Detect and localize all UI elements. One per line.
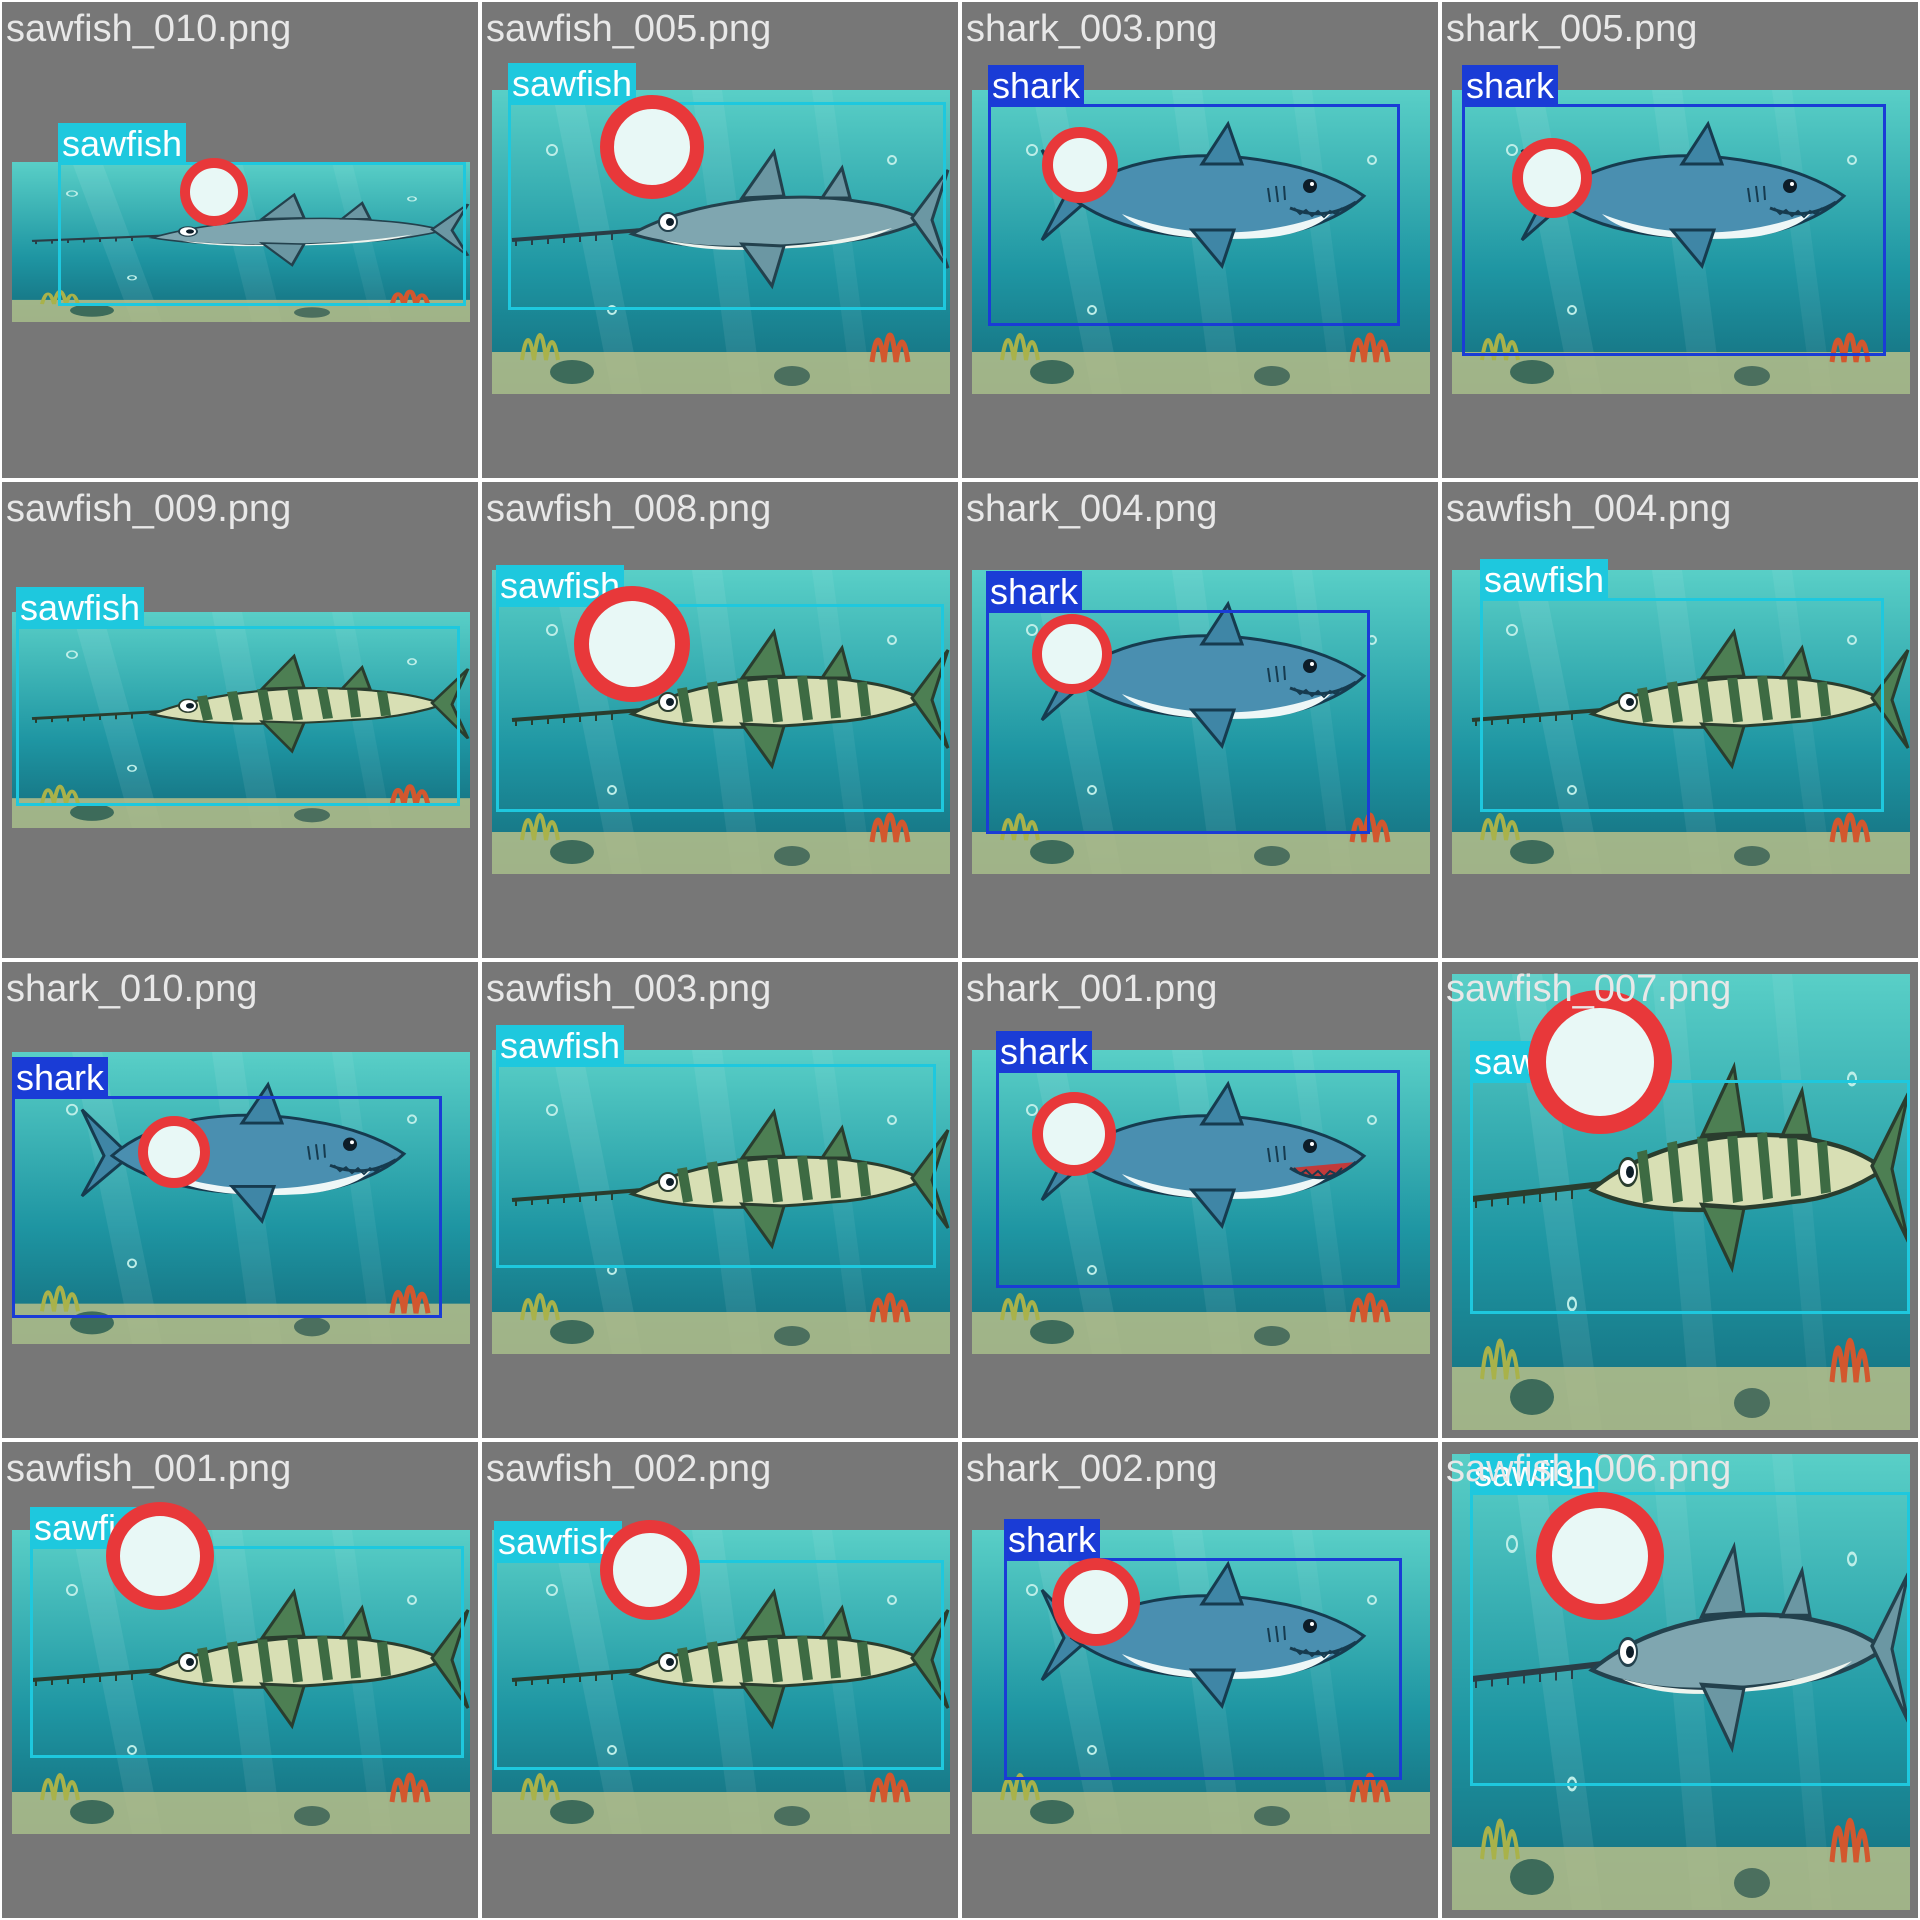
red-ring-marker-icon (574, 586, 690, 702)
result-tile: sawfish_002.pngsawfish (482, 1442, 958, 1918)
detection-class-label: sawfish (16, 587, 145, 629)
detection-results-grid: sawfish_010.png sawfish sawfish_005.png … (0, 0, 1920, 1920)
result-tile: shark_001.pngshark (962, 962, 1438, 1438)
result-tile: sawfish_007.pngsawfish (1442, 962, 1918, 1438)
red-ring-marker-icon (1528, 990, 1672, 1134)
result-tile: shark_005.pngshark (1442, 2, 1918, 478)
detection-class-label: shark (12, 1057, 109, 1099)
result-tile: sawfish_008.pngsawfish (482, 482, 958, 958)
detection-bounding-box: sawfish (1470, 1453, 1910, 1786)
tile-filename: shark_003.png (966, 8, 1218, 50)
result-tile: shark_002.pngshark (962, 1442, 1438, 1918)
detection-bounding-box: sawfish (58, 123, 466, 306)
detection-bounding-box: sawfish (1470, 1041, 1910, 1314)
result-tile: sawfish_004.pngsawfish (1442, 482, 1918, 958)
detection-bounding-box: sawfish (494, 1521, 944, 1770)
tile-filename: sawfish_004.png (1446, 488, 1732, 530)
detection-class-label: shark (1004, 1519, 1101, 1561)
detection-bounding-box: sawfish (496, 565, 944, 812)
detection-class-label: sawfish (496, 1025, 625, 1067)
red-ring-marker-icon (1042, 127, 1118, 203)
red-ring-marker-icon (138, 1116, 210, 1188)
red-ring-marker-icon (1512, 138, 1592, 218)
red-ring-marker-icon (600, 95, 704, 199)
tile-filename: sawfish_006.png (1446, 1448, 1732, 1490)
result-tile: sawfish_010.pngsawfish (2, 2, 478, 478)
detection-class-label: shark (996, 1031, 1093, 1073)
red-ring-marker-icon (180, 158, 248, 226)
tile-filename: sawfish_009.png (6, 488, 292, 530)
tile-filename: shark_005.png (1446, 8, 1698, 50)
red-ring-marker-icon (1032, 614, 1112, 694)
detection-bounding-box: shark (12, 1057, 442, 1318)
tile-filename: sawfish_010.png (6, 8, 292, 50)
detection-bounding-box: shark (988, 65, 1400, 326)
result-tile: shark_010.pngshark (2, 962, 478, 1438)
tile-filename: shark_001.png (966, 968, 1218, 1010)
detection-class-label: sawfish (508, 63, 637, 105)
detection-bounding-box: sawfish (508, 63, 946, 310)
red-ring-marker-icon (1536, 1492, 1664, 1620)
detection-bounding-box: shark (1462, 65, 1886, 356)
detection-bounding-box: sawfish (16, 587, 460, 806)
result-tile: sawfish_003.pngsawfish (482, 962, 958, 1438)
result-tile: sawfish_001.pngsawfish (2, 1442, 478, 1918)
tile-filename: sawfish_005.png (486, 8, 772, 50)
red-ring-marker-icon (600, 1520, 700, 1620)
detection-class-label: sawfish (58, 123, 187, 165)
tile-filename: shark_004.png (966, 488, 1218, 530)
detection-bounding-box: sawfish (30, 1507, 464, 1758)
detection-bounding-box: sawfish (1480, 559, 1884, 812)
result-tile: shark_004.pngshark (962, 482, 1438, 958)
tile-filename: shark_002.png (966, 1448, 1218, 1490)
red-ring-marker-icon (1032, 1092, 1116, 1176)
result-tile: sawfish_009.pngsawfish (2, 482, 478, 958)
result-tile: sawfish_005.pngsawfish (482, 2, 958, 478)
detection-class-label: shark (986, 571, 1083, 613)
detection-bounding-box: sawfish (496, 1025, 936, 1268)
result-tile: sawfish_006.png sawfish (1442, 1442, 1918, 1918)
tile-filename: sawfish_008.png (486, 488, 772, 530)
tile-filename: sawfish_007.png (1446, 968, 1732, 1010)
detection-class-label: sawfish (1480, 559, 1609, 601)
tile-filename: sawfish_002.png (486, 1448, 772, 1490)
tile-filename: sawfish_001.png (6, 1448, 292, 1490)
tile-filename: sawfish_003.png (486, 968, 772, 1010)
detection-class-label: shark (988, 65, 1085, 107)
result-tile: shark_003.pngshark (962, 2, 1438, 478)
red-ring-marker-icon (1052, 1558, 1140, 1646)
tile-filename: shark_010.png (6, 968, 258, 1010)
red-ring-marker-icon (106, 1502, 214, 1610)
detection-class-label: shark (1462, 65, 1559, 107)
